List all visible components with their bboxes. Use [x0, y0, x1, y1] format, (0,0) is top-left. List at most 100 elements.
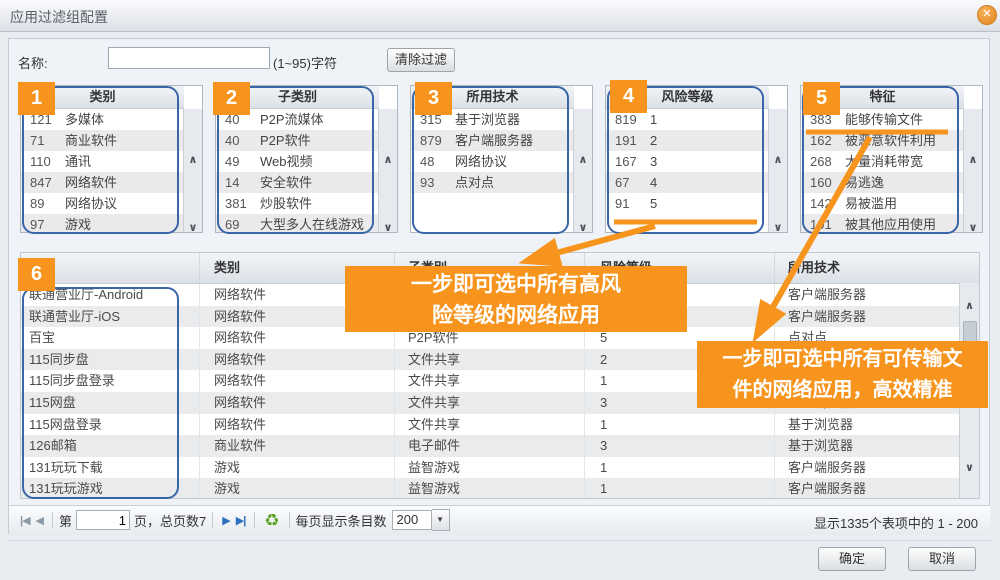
first-page-icon[interactable]: |◀ — [17, 514, 33, 527]
list-option[interactable]: 160易逃逸 — [801, 172, 964, 193]
table-cell: 客户端服务器 — [775, 478, 960, 499]
option-label: 客户端服务器 — [455, 130, 574, 151]
table-cell: 网络软件 — [200, 392, 395, 414]
list-option[interactable]: 101被其他应用使用 — [801, 214, 964, 232]
option-count: 89 — [21, 193, 65, 214]
table-row[interactable]: 131玩玩游戏游戏益智游戏1客户端服务器 — [21, 478, 979, 499]
pagination-bar: |◀ ◀ 第 页，总页数7 ▶ ▶| ♻ 每页显示条目数 200▼ 显示1335… — [9, 505, 990, 534]
per-page-label: 每页显示条目数 — [296, 511, 387, 530]
list-option[interactable]: 97游戏 — [21, 214, 184, 232]
step-badge-1: 1 — [18, 82, 55, 115]
option-count: 93 — [411, 172, 455, 193]
list-option[interactable]: 162被恶意软件利用 — [801, 130, 964, 151]
option-count: 167 — [606, 151, 650, 172]
scroll-down-icon[interactable]: ∨ — [379, 221, 397, 233]
scroll-down-icon[interactable]: ∨ — [769, 221, 787, 233]
list-option[interactable]: 71商业软件 — [21, 130, 184, 151]
list-option[interactable]: 69大型多人在线游戏 — [216, 214, 379, 232]
option-label: 通讯 — [65, 151, 184, 172]
option-label: 2 — [650, 130, 769, 151]
list-option[interactable]: 49Web视频 — [216, 151, 379, 172]
name-input[interactable] — [108, 47, 270, 69]
list-option[interactable]: 381炒股软件 — [216, 193, 379, 214]
next-page-icon[interactable]: ▶ — [219, 514, 232, 527]
option-label: 被恶意软件利用 — [845, 130, 964, 151]
dialog-title: 应用过滤组配置 — [10, 7, 108, 27]
callout-line: 件的网络应用，高效精准 — [697, 375, 988, 406]
scrollbar[interactable]: ∧ ∨ — [963, 109, 982, 232]
option-label: 5 — [650, 193, 769, 214]
scrollbar[interactable]: ∧ ∨ — [378, 109, 397, 232]
list-option[interactable]: 89网络协议 — [21, 193, 184, 214]
list-option[interactable]: 110通讯 — [21, 151, 184, 172]
option-label: P2P软件 — [260, 130, 379, 151]
prev-page-icon[interactable]: ◀ — [33, 514, 46, 527]
option-label: Web视频 — [260, 151, 379, 172]
callout-line: 一步即可选中所有高风 — [345, 269, 687, 300]
close-icon[interactable]: ✕ — [977, 5, 997, 25]
clear-filter-button[interactable]: 清除过滤 — [387, 48, 455, 72]
table-cell: 1 — [585, 478, 775, 499]
list-option[interactable]: 915 — [606, 193, 769, 214]
scroll-up-icon[interactable]: ∧ — [379, 153, 397, 166]
scroll-down-icon[interactable]: ∨ — [574, 221, 592, 233]
table-cell: 115网盘 — [21, 392, 200, 414]
scroll-up-icon[interactable]: ∧ — [964, 153, 982, 166]
step-badge-4: 4 — [610, 80, 647, 113]
list-option[interactable]: 847网络软件 — [21, 172, 184, 193]
scroll-down-icon[interactable]: ∨ — [960, 461, 979, 474]
scroll-down-icon[interactable]: ∨ — [964, 221, 982, 233]
cancel-button[interactable]: 取消 — [908, 547, 976, 571]
option-label: 大量消耗带宽 — [845, 151, 964, 172]
scroll-up-icon[interactable]: ∧ — [184, 153, 202, 166]
per-page-select[interactable]: 200 — [392, 510, 432, 530]
option-count: 97 — [21, 214, 65, 232]
table-cell: 文件共享 — [395, 349, 585, 371]
scrollbar[interactable]: ∧ ∨ — [768, 109, 787, 232]
list-option[interactable]: 674 — [606, 172, 769, 193]
scrollbar[interactable]: ∧ ∨ — [183, 109, 202, 232]
list-option[interactable]: 1673 — [606, 151, 769, 172]
table-cell: 商业软件 — [200, 435, 395, 457]
scroll-up-icon[interactable]: ∧ — [574, 153, 592, 166]
column-header-technology[interactable]: 所用技术 — [775, 253, 960, 283]
page-number-input[interactable] — [76, 510, 130, 530]
callout-feature-selection: 一步即可选中所有可传输文 件的网络应用，高效精准 — [697, 341, 988, 408]
list-option[interactable]: 879客户端服务器 — [411, 130, 574, 151]
list-option[interactable]: 40P2P软件 — [216, 130, 379, 151]
option-label: 网络协议 — [65, 193, 184, 214]
app-filter-group-dialog: { "dialog": {"title": "应用过滤组配置"}, "icons… — [0, 0, 1000, 580]
scroll-up-icon[interactable]: ∧ — [769, 153, 787, 166]
table-row[interactable]: 126邮箱商业软件电子邮件3基于浏览器 — [21, 435, 979, 457]
list-option[interactable]: 1912 — [606, 130, 769, 151]
list-option[interactable]: 93点对点 — [411, 172, 574, 193]
option-label: 多媒体 — [65, 109, 184, 130]
listbox-rows: 383能够传输文件162被恶意软件利用268大量消耗带宽160易逃逸142易被滥… — [801, 109, 964, 232]
option-label: 能够传输文件 — [845, 109, 964, 130]
option-label: 易逃逸 — [845, 172, 964, 193]
refresh-icon[interactable]: ♻ — [261, 512, 282, 529]
table-row[interactable]: 115网盘登录网络软件文件共享1基于浏览器 — [21, 414, 979, 436]
table-cell: 115同步盘 — [21, 349, 200, 371]
option-count: 110 — [21, 151, 65, 172]
option-label: 3 — [650, 151, 769, 172]
table-cell: 基于浏览器 — [775, 414, 960, 436]
page-total-label: 页，总页数7 — [134, 511, 206, 530]
listbox-rows: 40P2P流媒体40P2P软件49Web视频14安全软件381炒股软件69大型多… — [216, 109, 379, 232]
list-option[interactable]: 142易被滥用 — [801, 193, 964, 214]
scroll-up-icon[interactable]: ∧ — [960, 299, 979, 312]
option-count: 268 — [801, 151, 845, 172]
ok-button[interactable]: 确定 — [818, 547, 886, 571]
last-page-icon[interactable]: ▶| — [233, 514, 249, 527]
chevron-down-icon[interactable]: ▼ — [432, 509, 450, 531]
scrollbar[interactable]: ∧ ∨ — [573, 109, 592, 232]
list-option[interactable]: 268大量消耗带宽 — [801, 151, 964, 172]
step-badge-6: 6 — [18, 258, 55, 291]
scroll-down-icon[interactable]: ∨ — [184, 221, 202, 233]
table-cell: 客户端服务器 — [775, 284, 960, 306]
list-option[interactable]: 14安全软件 — [216, 172, 379, 193]
table-cell: 客户端服务器 — [775, 306, 960, 328]
option-label: 被其他应用使用 — [845, 214, 964, 232]
list-option[interactable]: 48网络协议 — [411, 151, 574, 172]
table-row[interactable]: 131玩玩下载游戏益智游戏1客户端服务器 — [21, 457, 979, 479]
